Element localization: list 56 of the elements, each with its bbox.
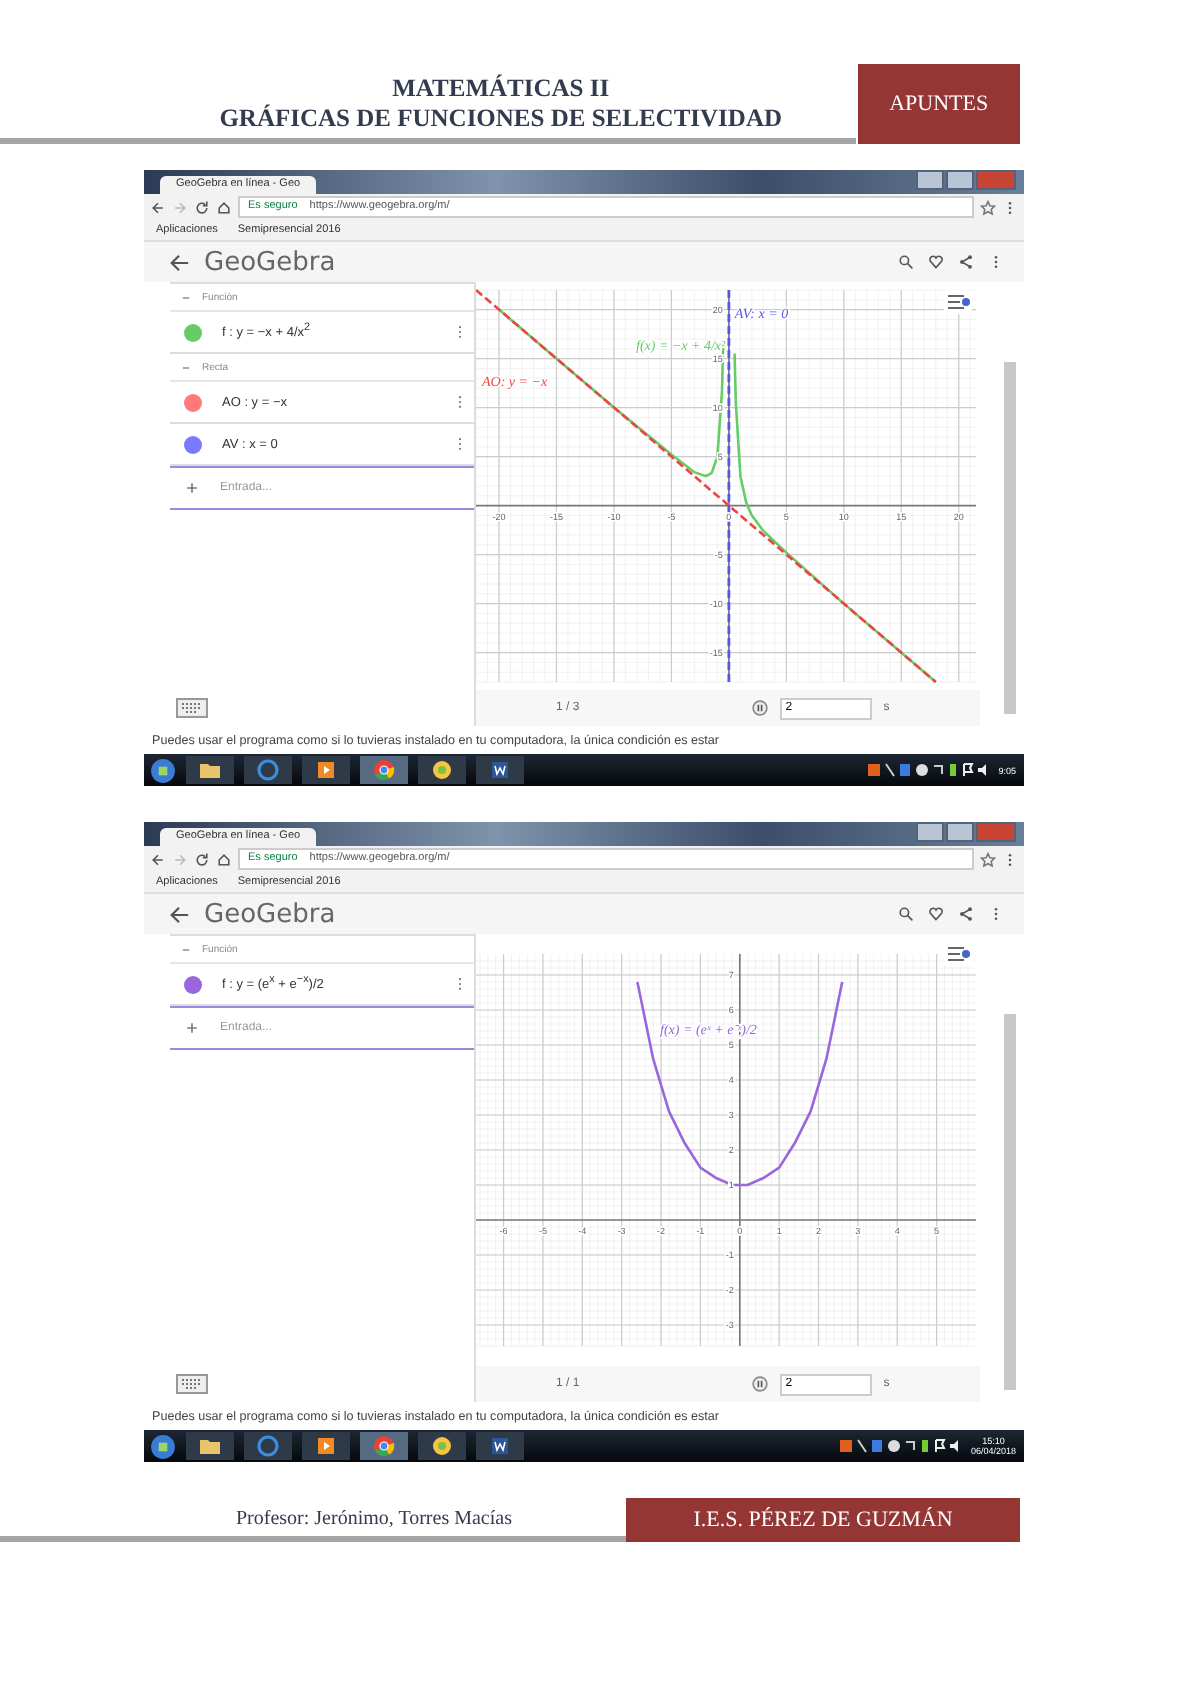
search-icon[interactable]: [898, 906, 914, 922]
visibility-dot[interactable]: [184, 323, 202, 341]
document-title: MATEMÁTICAS II: [390, 74, 612, 104]
star-icon[interactable]: [980, 199, 996, 215]
keyboard-icon[interactable]: [176, 1374, 208, 1394]
star-icon[interactable]: [980, 851, 996, 867]
media-player-icon[interactable]: [302, 756, 350, 784]
pause-icon[interactable]: [751, 700, 768, 716]
minimize-button[interactable]: [916, 170, 944, 190]
app-title: GeoGebra: [204, 247, 336, 277]
home-icon[interactable]: [216, 851, 232, 867]
plus-icon[interactable]: [184, 1020, 200, 1036]
folder-icon[interactable]: [186, 1432, 234, 1460]
app-title: GeoGebra: [204, 899, 336, 929]
chrome-icon[interactable]: [360, 756, 408, 784]
reload-icon[interactable]: [194, 851, 210, 867]
search-icon[interactable]: [898, 254, 914, 270]
pause-icon[interactable]: [751, 1376, 768, 1392]
back-icon[interactable]: [150, 199, 166, 215]
minimize-button[interactable]: [916, 822, 944, 842]
visibility-dot[interactable]: [184, 975, 202, 993]
browser-icon[interactable]: [244, 1432, 292, 1460]
start-button[interactable]: [150, 757, 176, 783]
chrome-icon[interactable]: [360, 1432, 408, 1460]
word-icon[interactable]: [476, 756, 524, 784]
document-title: GRÁFICAS DE FUNCIONES DE SELECTIVIDAD: [217, 104, 785, 134]
reload-icon[interactable]: [194, 199, 210, 215]
visibility-dot[interactable]: [184, 435, 202, 453]
maximize-button[interactable]: [946, 822, 974, 842]
picture-viewer-icon[interactable]: [418, 1432, 466, 1460]
folder-icon[interactable]: [186, 756, 234, 784]
system-tray-icons[interactable]: [868, 762, 989, 778]
system-tray-icons[interactable]: [840, 1438, 961, 1454]
author-name: Profesor: Jerónimo, Torres Macías: [0, 1508, 626, 1542]
media-player-icon[interactable]: [302, 1432, 350, 1460]
maximize-button[interactable]: [946, 170, 974, 190]
home-icon[interactable]: [216, 199, 232, 215]
scrollbar[interactable]: [1004, 362, 1016, 714]
scrollbar[interactable]: [1004, 1014, 1016, 1390]
share-icon[interactable]: [958, 254, 974, 270]
plus-icon[interactable]: [184, 480, 200, 496]
picture-viewer-icon[interactable]: [418, 756, 466, 784]
style-bar-icon[interactable]: [944, 942, 972, 966]
heart-icon[interactable]: [928, 254, 944, 270]
start-button[interactable]: [150, 1433, 176, 1459]
word-icon[interactable]: [476, 1432, 524, 1460]
visibility-dot[interactable]: [184, 393, 202, 411]
keyboard-icon[interactable]: [176, 698, 208, 718]
back-icon[interactable]: [168, 251, 190, 273]
back-icon[interactable]: [168, 903, 190, 925]
share-icon[interactable]: [958, 906, 974, 922]
back-icon[interactable]: [150, 851, 166, 867]
school-name: I.E.S. PÉREZ DE GUZMÁN: [626, 1498, 1020, 1542]
heart-icon[interactable]: [928, 906, 944, 922]
browser-icon[interactable]: [244, 756, 292, 784]
section-label: APUNTES: [857, 64, 1020, 144]
